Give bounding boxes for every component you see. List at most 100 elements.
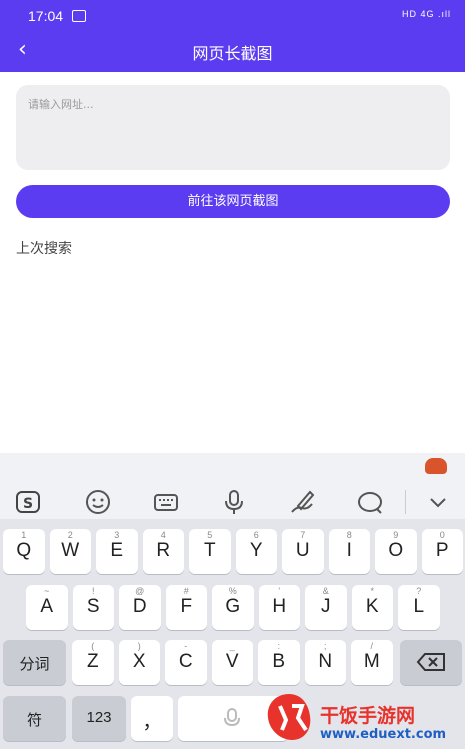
key-label: X	[132, 651, 146, 672]
key-sub-label: 7	[300, 530, 306, 540]
key-f[interactable]: # F	[165, 585, 207, 630]
toolbar-divider	[405, 490, 406, 514]
key-g[interactable]: % G	[212, 585, 254, 630]
key-e[interactable]: 3E	[96, 529, 138, 574]
key-j[interactable]: & J	[305, 585, 347, 630]
comma-key[interactable]: ，	[131, 696, 173, 741]
key-s[interactable]: ! S	[72, 585, 114, 630]
backspace-key[interactable]	[400, 640, 462, 685]
key-label: U	[295, 540, 310, 561]
key-k[interactable]: * K	[351, 585, 393, 630]
key-sub-label: !	[91, 586, 95, 596]
key-sub-label: 3	[114, 530, 120, 540]
key-sub-label: #	[183, 586, 189, 596]
key-label: L	[413, 596, 425, 617]
watermark-logo-icon	[267, 694, 311, 740]
key-label: K	[365, 596, 379, 617]
key-label: R	[156, 540, 171, 561]
key-sub-label: 9	[393, 530, 399, 540]
go-screenshot-button[interactable]: 前往该网页截图	[16, 185, 450, 218]
last-search-label: 上次搜索	[16, 241, 72, 257]
key-sub-label: *	[370, 586, 374, 596]
svg-text:S: S	[23, 496, 33, 512]
key-sub-label: %	[228, 586, 237, 596]
key-label: T	[203, 540, 216, 561]
key-sub-label: @	[135, 586, 145, 596]
key-label: J	[321, 596, 331, 617]
search-icon[interactable]	[356, 488, 384, 516]
key-a[interactable]: ~ A	[26, 585, 68, 630]
key-o[interactable]: 9O	[375, 529, 417, 574]
gallery-icon	[72, 10, 86, 22]
key-v[interactable]: _ V	[211, 640, 253, 685]
status-bar: 17:04 HD 4G .ıll	[0, 0, 465, 32]
key-sub-label: ?	[416, 586, 422, 596]
key-label: E	[110, 540, 124, 561]
status-indicators: HD 4G .ıll	[401, 9, 451, 19]
key-sub-label: 1	[21, 530, 27, 540]
key-label: A	[40, 596, 54, 617]
key-label: H	[272, 596, 287, 617]
number-key[interactable]: 123	[72, 696, 126, 741]
key-sub-label: )	[137, 641, 141, 651]
key-b[interactable]: :B	[258, 640, 300, 685]
key-label: B	[272, 651, 286, 672]
key-i[interactable]: 8I	[328, 529, 370, 574]
keyboard-icon[interactable]	[152, 488, 180, 516]
key-label: Z	[86, 651, 99, 672]
key-r[interactable]: 4R	[142, 529, 184, 574]
key-n[interactable]: ; N	[304, 640, 346, 685]
key-label: S	[86, 596, 100, 617]
page-title: 网页长截图	[192, 44, 273, 63]
url-input-placeholder: 请输入网址...	[28, 98, 94, 111]
key-u[interactable]: 7U	[282, 529, 324, 574]
status-time: 17:04	[28, 8, 64, 24]
key-p[interactable]: 0P	[421, 529, 463, 574]
key-label: M	[363, 651, 380, 672]
key-sub-label: 6	[253, 530, 259, 540]
key-d[interactable]: @ D	[119, 585, 161, 630]
key-label: V	[225, 651, 239, 672]
sogou-logo-icon[interactable]: S	[14, 488, 42, 516]
mascot-icon[interactable]	[425, 458, 447, 474]
key-y[interactable]: 6Y	[235, 529, 277, 574]
key-sub-label: 5	[207, 530, 213, 540]
key-label: I	[346, 540, 352, 561]
key-m[interactable]: / M	[351, 640, 393, 685]
key-x[interactable]: ) X	[118, 640, 160, 685]
key-label: C	[178, 651, 193, 672]
key-sub-label: ~	[44, 586, 50, 596]
key-c[interactable]: -C	[165, 640, 207, 685]
key-sub-label: /	[370, 641, 373, 651]
key-sub-label: -	[184, 641, 188, 651]
key-q[interactable]: 1Q	[3, 529, 45, 574]
key-label: N	[318, 651, 333, 672]
key-sub-label: _	[229, 641, 235, 651]
key-sub-label: ;	[323, 641, 327, 651]
key-sub-label: 0	[439, 530, 445, 540]
key-w[interactable]: 2W	[49, 529, 91, 574]
key-sub-label: '	[278, 586, 281, 596]
key-label: Y	[249, 540, 263, 561]
fenci-key[interactable]: 分词	[3, 640, 66, 685]
key-sub-label: 4	[160, 530, 166, 540]
backspace-icon	[416, 653, 445, 671]
key-label: F	[180, 596, 193, 617]
key-label: O	[388, 540, 404, 561]
key-sub-label: 8	[346, 530, 352, 540]
handwriting-icon[interactable]	[288, 488, 316, 516]
key-t[interactable]: 5T	[189, 529, 231, 574]
key-z[interactable]: (Z	[72, 640, 114, 685]
key-label: W	[61, 540, 80, 561]
key-label: P	[435, 540, 449, 561]
microphone-icon[interactable]	[220, 488, 248, 516]
key-sub-label: &	[322, 586, 329, 596]
emoji-icon[interactable]	[84, 488, 112, 516]
key-label: Q	[16, 540, 32, 561]
key-h[interactable]: ' H	[258, 585, 300, 630]
chevron-down-icon[interactable]	[424, 488, 452, 516]
key-sub-label: (	[91, 641, 95, 651]
key-label: G	[225, 596, 241, 617]
key-l[interactable]: ? L	[398, 585, 440, 630]
symbol-key[interactable]: 符	[3, 696, 66, 741]
